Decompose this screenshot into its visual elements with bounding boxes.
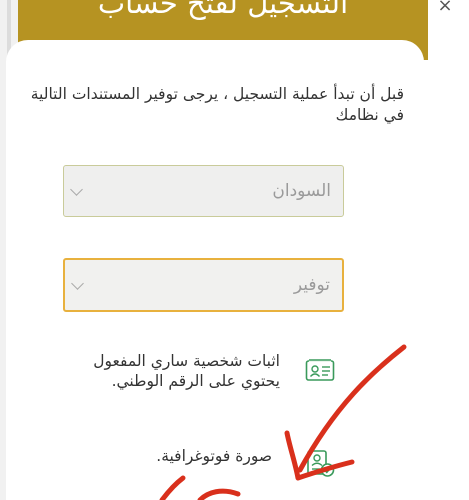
app-frame: التسجيل لفتح حساب × قبل أن تبدأ عملية ال… [0,0,469,500]
provide-select-value: توفير [293,275,330,295]
photo-check-icon [307,450,335,477]
provide-select[interactable]: توفير [63,258,344,312]
country-select[interactable]: السودان [63,165,344,217]
chevron-down-icon [71,276,84,290]
document-item-id-proof: اثبات شخصية ساري المفعول يحتوي على الرقم… [93,352,280,390]
close-button[interactable]: × [435,0,455,16]
page-title: التسجيل لفتح حساب [97,0,349,20]
chevron-down-icon [70,182,83,196]
document-item-photo: صورة فوتوغرافية. [156,447,272,465]
country-select-value: السودان [272,181,331,201]
id-card-icon [305,358,335,381]
intro-text: قبل أن تبدأ عملية التسجيل ، يرجى توفير ا… [30,85,404,124]
